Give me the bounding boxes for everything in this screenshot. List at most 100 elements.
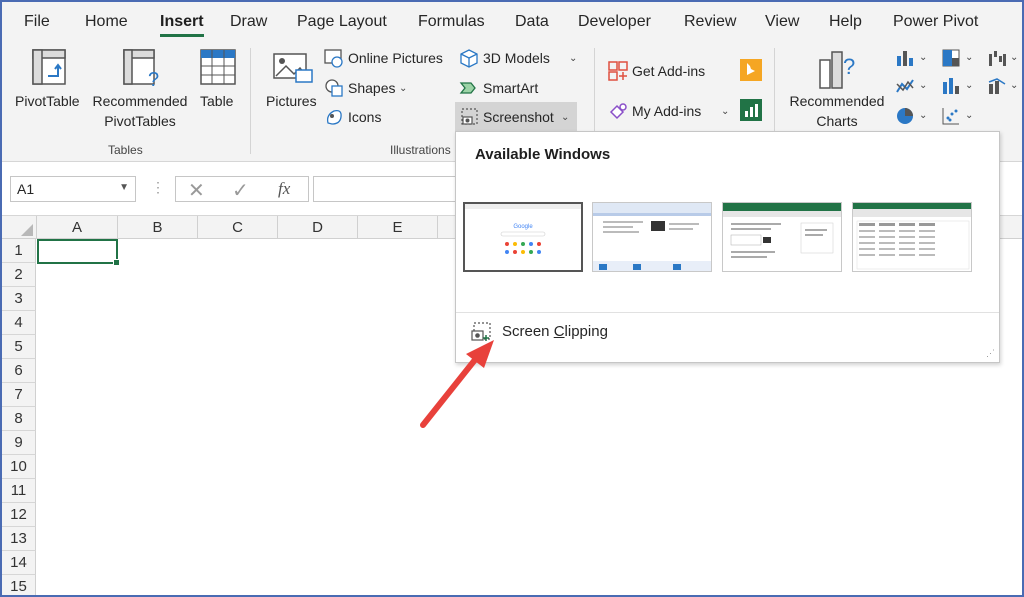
tables-group-label: Tables (108, 143, 143, 157)
waterfall-chart-chevron-icon[interactable]: ⌄ (1010, 52, 1018, 63)
tab-formulas[interactable]: Formulas (418, 13, 485, 31)
tab-insert[interactable]: Insert (160, 13, 204, 37)
name-box-value: A1 (17, 181, 35, 197)
screenshot-dropdown: Available Windows Google Screen Clipping… (455, 131, 1000, 363)
table-icon (200, 49, 236, 85)
illustrations-group-label: Illustrations (390, 143, 451, 157)
tab-file[interactable]: File (24, 13, 50, 31)
screenshot-chevron-icon: ⌄ (561, 112, 570, 123)
group-separator (250, 48, 251, 154)
waterfall-chart-icon[interactable] (987, 48, 1007, 68)
pictures-icon (273, 53, 313, 83)
window-thumbnail-spreadsheet[interactable] (852, 202, 972, 272)
scatter-chart-chevron-icon[interactable]: ⌄ (965, 110, 973, 121)
pie-chart-icon[interactable] (895, 106, 915, 126)
cancel-icon[interactable]: ✕ (188, 178, 205, 203)
select-all-icon (21, 224, 33, 236)
3d-models-icon (460, 49, 478, 68)
table-label: Table (200, 93, 234, 109)
spreadsheet-thumbnail-image (853, 203, 971, 270)
scatter-chart-icon[interactable] (941, 106, 961, 126)
screenshot-label: Screenshot (483, 109, 554, 125)
3d-models-label: 3D Models (483, 50, 550, 66)
my-add-ins-chevron-icon: ⌄ (721, 106, 730, 117)
row-header-11[interactable]: 11 (2, 479, 36, 503)
formula-input[interactable] (313, 176, 473, 202)
pivottable-icon (32, 49, 66, 85)
row-header-3[interactable]: 3 (2, 287, 36, 311)
browser-thumbnail-image: Google (465, 204, 581, 254)
tab-developer[interactable]: Developer (578, 13, 651, 31)
combo-chart-icon[interactable] (987, 76, 1007, 96)
row-header-2[interactable]: 2 (2, 263, 36, 287)
available-windows-title: Available Windows (475, 146, 611, 163)
select-all-corner[interactable] (2, 216, 37, 239)
row-header-7[interactable]: 7 (2, 383, 36, 407)
row-header-4[interactable]: 4 (2, 311, 36, 335)
row-header-1[interactable]: 1 (2, 239, 36, 263)
column-header-e[interactable]: E (358, 216, 438, 239)
pictures-label: Pictures (266, 93, 317, 109)
tab-data[interactable]: Data (515, 13, 549, 31)
row-header-6[interactable]: 6 (2, 359, 36, 383)
line-chart-chevron-icon[interactable]: ⌄ (919, 80, 927, 91)
active-cell-a1[interactable] (37, 239, 120, 266)
online-pictures-icon (324, 49, 343, 68)
svg-text:?: ? (843, 54, 855, 79)
pivottable-label: PivotTable (15, 93, 80, 109)
row-header-10[interactable]: 10 (2, 455, 36, 479)
recommended-charts-icon: ? (819, 51, 855, 89)
recommended-pivottables-icon: ? (123, 49, 159, 90)
column-header-a[interactable]: A (37, 216, 118, 239)
column-chart-icon[interactable] (895, 48, 915, 68)
tab-help[interactable]: Help (829, 13, 862, 31)
bing-icon (740, 59, 762, 81)
recommended-pivottables-label-2: PivotTables (104, 113, 176, 129)
row-header-12[interactable]: 12 (2, 503, 36, 527)
statistic-chart-icon[interactable] (941, 76, 961, 96)
window-thumbnail-excel-doc[interactable] (722, 202, 842, 272)
enter-check-icon[interactable]: ✓ (232, 178, 249, 203)
name-box-dropdown-icon[interactable]: ▼ (119, 182, 129, 193)
screen-clipping-label: Screen Clipping (502, 323, 608, 340)
get-add-ins-label: Get Add-ins (632, 63, 706, 79)
tab-view[interactable]: View (765, 13, 799, 31)
hierarchy-chart-chevron-icon[interactable]: ⌄ (965, 52, 973, 63)
screenshot-button[interactable]: Screenshot ⌄ (455, 102, 577, 132)
name-box[interactable]: A1 ▼ (10, 176, 136, 202)
shapes-chevron-icon: ⌄ (399, 83, 408, 94)
column-header-c[interactable]: C (198, 216, 278, 239)
row-header-14[interactable]: 14 (2, 551, 36, 575)
row-header-8[interactable]: 8 (2, 407, 36, 431)
tab-power-pivot[interactable]: Power Pivot (893, 13, 978, 31)
window-thumbnail-browser[interactable]: Google (463, 202, 583, 272)
insert-function-icon[interactable]: fx (278, 179, 290, 199)
tab-draw[interactable]: Draw (230, 13, 267, 31)
word-thumbnail-image (593, 203, 711, 271)
icons-label: Icons (348, 109, 382, 125)
column-header-b[interactable]: B (118, 216, 198, 239)
screen-clipping-button[interactable]: Screen Clipping (468, 318, 768, 346)
window-thumbnail-word[interactable] (592, 202, 712, 272)
resize-grip-icon[interactable]: ⋰ (986, 348, 995, 359)
hierarchy-chart-icon[interactable] (941, 48, 961, 68)
statistic-chart-chevron-icon[interactable]: ⌄ (965, 80, 973, 91)
column-chart-chevron-icon[interactable]: ⌄ (919, 52, 927, 63)
line-chart-icon[interactable] (895, 76, 915, 96)
tab-home[interactable]: Home (85, 13, 128, 31)
combo-chart-chevron-icon[interactable]: ⌄ (1010, 80, 1018, 91)
row-header-13[interactable]: 13 (2, 527, 36, 551)
row-header-15[interactable]: 15 (2, 575, 36, 595)
ribbon-tabs: File Home Insert Draw Page Layout Formul… (2, 2, 1022, 42)
excel-doc-thumbnail-image (723, 203, 841, 258)
screen-clipping-icon (471, 322, 491, 341)
dropdown-divider (456, 312, 999, 313)
pie-chart-chevron-icon[interactable]: ⌄ (919, 110, 927, 121)
column-header-d[interactable]: D (278, 216, 358, 239)
row-header-9[interactable]: 9 (2, 431, 36, 455)
row-header-5[interactable]: 5 (2, 335, 36, 359)
tab-review[interactable]: Review (684, 13, 736, 31)
screenshot-icon (461, 108, 478, 125)
smartart-icon (459, 82, 476, 94)
tab-page-layout[interactable]: Page Layout (297, 13, 387, 31)
